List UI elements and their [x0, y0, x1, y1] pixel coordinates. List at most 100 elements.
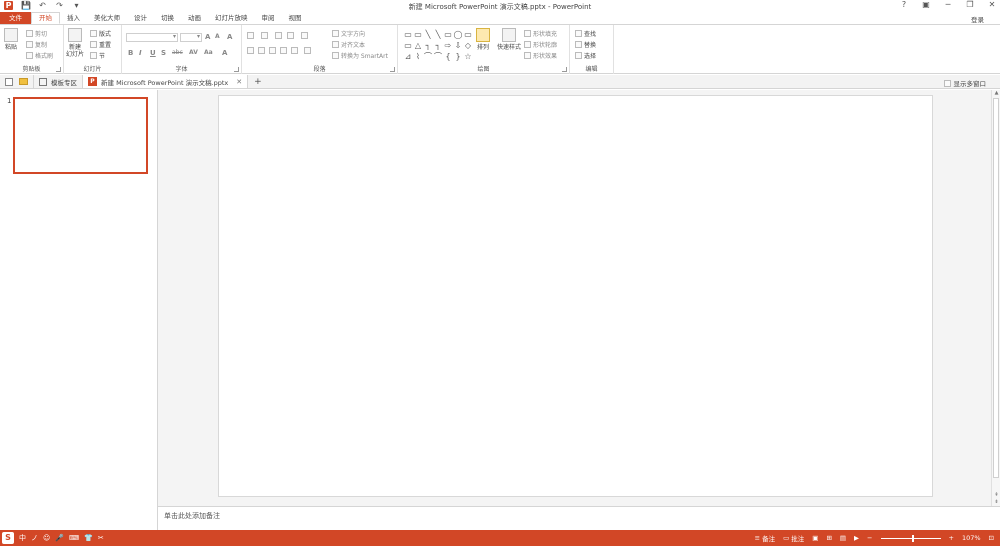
slide-canvas[interactable] — [218, 95, 933, 497]
tab-insert[interactable]: 插入 — [60, 12, 87, 24]
arrange-button[interactable]: 排列 — [476, 28, 490, 51]
shape-item-icon[interactable]: ▭ — [443, 29, 453, 40]
comments-toggle-button[interactable]: ▭ 批注 — [783, 533, 804, 543]
scroll-up-icon[interactable]: ▲ — [992, 90, 1000, 96]
shape-item-icon[interactable]: ┐ — [433, 40, 443, 51]
shape-item-icon[interactable]: ⇨ — [443, 40, 453, 51]
paragraph-launcher-icon[interactable] — [390, 67, 395, 72]
tab-animations[interactable]: 动画 — [181, 12, 208, 24]
shapes-gallery[interactable]: ▭ ▭ ╲ ╲ ▭ ◯ ▭ ▭ △ ┐ ┐ ⇨ ⇩ ◇ ⊿ ⌇ ⌒ ⌒{} ☆ — [403, 29, 473, 61]
format-painter-button[interactable]: 格式刷 — [26, 51, 53, 60]
drawing-launcher-icon[interactable] — [562, 67, 567, 72]
shape-outline-button[interactable]: 形状轮廓 — [524, 40, 557, 49]
shape-item-icon[interactable]: ☆ — [463, 51, 473, 62]
layout-button[interactable]: 版式 — [90, 29, 111, 38]
help-button[interactable]: ? — [900, 0, 908, 9]
zoom-in-button[interactable]: + — [949, 534, 954, 542]
sign-in-link[interactable]: 登录 — [971, 14, 984, 24]
distributed-icon[interactable] — [291, 47, 298, 54]
zoom-out-button[interactable]: − — [867, 534, 872, 542]
shape-item-icon[interactable]: ▭ — [403, 40, 413, 51]
section-button[interactable]: 节 — [90, 51, 105, 60]
text-direction-button[interactable]: 文字方向 — [332, 29, 365, 38]
font-size-select[interactable] — [180, 33, 202, 42]
shape-item-icon[interactable]: ▭ — [463, 29, 473, 40]
tab-review[interactable]: 审阅 — [255, 12, 282, 24]
skin-icon[interactable]: 👕 — [84, 534, 93, 542]
emoji-icon[interactable]: ☺ — [43, 534, 50, 542]
tab-slideshow[interactable]: 幻灯片放映 — [208, 12, 255, 24]
strikethrough-button[interactable]: abc — [172, 49, 183, 56]
shape-item-icon[interactable]: ╲ — [433, 29, 443, 40]
punctuation-icon[interactable]: ノ — [31, 533, 38, 543]
ribbon-display-options-button[interactable]: ▣ — [922, 0, 930, 9]
tab-current-document[interactable]: P 新建 Microsoft PowerPoint 演示文稿.pptx ✕ — [83, 75, 249, 88]
close-button[interactable]: ✕ — [988, 0, 996, 9]
new-slide-button[interactable]: 新建 幻灯片 — [66, 28, 84, 58]
shape-item-icon[interactable]: } — [453, 51, 463, 62]
vertical-scrollbar[interactable]: ▲ ⇞ ⇟ — [991, 90, 1000, 506]
shape-item-icon[interactable]: ◯ — [453, 29, 463, 40]
slide-sorter-icon[interactable]: ⊞ — [826, 534, 831, 542]
align-left-icon[interactable] — [247, 47, 254, 54]
character-spacing-button[interactable]: AV — [189, 49, 198, 56]
previous-slide-icon[interactable]: ⇞ — [992, 492, 1000, 498]
tab-transitions[interactable]: 切换 — [154, 12, 181, 24]
bold-button[interactable]: B — [128, 49, 133, 57]
shape-item-icon[interactable]: ⇩ — [453, 40, 463, 51]
quick-styles-button[interactable]: 快速样式 — [497, 28, 521, 51]
select-button[interactable]: 选择 — [575, 51, 596, 60]
tab-design[interactable]: 设计 — [127, 12, 154, 24]
notes-pane[interactable]: 单击此处添加备注 — [158, 506, 1000, 530]
new-document-icon[interactable] — [5, 77, 13, 86]
clear-format-button[interactable]: A — [227, 33, 232, 41]
italic-button[interactable]: I — [139, 49, 142, 57]
shape-fill-button[interactable]: 形状填充 — [524, 29, 557, 38]
shape-item-icon[interactable]: ▭ — [413, 29, 423, 40]
shape-item-icon[interactable]: ▭ — [403, 29, 413, 40]
grow-font-button[interactable]: A — [205, 33, 210, 41]
chinese-mode-icon[interactable]: 中 — [19, 533, 26, 543]
align-text-button[interactable]: 对齐文本 — [332, 40, 365, 49]
next-slide-icon[interactable]: ⇟ — [992, 499, 1000, 505]
font-family-select[interactable] — [126, 33, 178, 42]
tab-view[interactable]: 视图 — [282, 12, 309, 24]
change-case-button[interactable]: Aa — [204, 49, 213, 56]
paste-button[interactable]: 粘贴 — [4, 28, 18, 51]
notes-toggle-button[interactable]: ≡ 备注 — [755, 533, 775, 543]
align-right-icon[interactable] — [269, 47, 276, 54]
zoom-slider[interactable] — [880, 534, 941, 542]
tab-file[interactable]: 文件 — [0, 12, 31, 24]
minimize-button[interactable]: ─ — [944, 0, 952, 9]
normal-view-icon[interactable]: ▣ — [812, 534, 818, 542]
restore-button[interactable]: ❐ — [966, 0, 974, 9]
align-center-icon[interactable] — [258, 47, 265, 54]
fit-to-window-icon[interactable]: ⊡ — [989, 534, 994, 542]
shape-item-icon[interactable]: ◇ — [463, 40, 473, 51]
columns-icon[interactable] — [304, 47, 311, 54]
font-launcher-icon[interactable] — [234, 67, 239, 72]
font-color-button[interactable]: A — [222, 49, 227, 57]
numbering-icon[interactable] — [261, 32, 268, 39]
sogou-logo-icon[interactable]: S — [2, 531, 14, 544]
shape-item-icon[interactable]: ⌒ — [423, 51, 433, 62]
increase-indent-icon[interactable] — [287, 32, 294, 39]
scrollbar-thumb[interactable] — [993, 98, 999, 478]
find-button[interactable]: 查找 — [575, 29, 596, 38]
justify-icon[interactable] — [280, 47, 287, 54]
shape-item-icon[interactable]: ⌒ — [433, 51, 443, 62]
cut-button[interactable]: 剪切 — [26, 29, 47, 38]
bullets-icon[interactable] — [247, 32, 254, 39]
microphone-icon[interactable]: 🎤 — [55, 534, 64, 542]
multi-window-button[interactable]: 显示多窗口 — [943, 78, 986, 88]
shape-item-icon[interactable]: △ — [413, 40, 423, 51]
underline-button[interactable]: U — [150, 49, 156, 57]
text-shadow-button[interactable]: S — [161, 49, 166, 57]
slide-thumbnail[interactable] — [13, 97, 148, 174]
copy-button[interactable]: 复制 — [26, 40, 47, 49]
line-spacing-icon[interactable] — [301, 32, 308, 39]
shape-item-icon[interactable]: ┐ — [423, 40, 433, 51]
slideshow-icon[interactable]: ▶ — [854, 534, 859, 542]
reading-view-icon[interactable]: ▤ — [840, 534, 846, 542]
decrease-indent-icon[interactable] — [275, 32, 282, 39]
